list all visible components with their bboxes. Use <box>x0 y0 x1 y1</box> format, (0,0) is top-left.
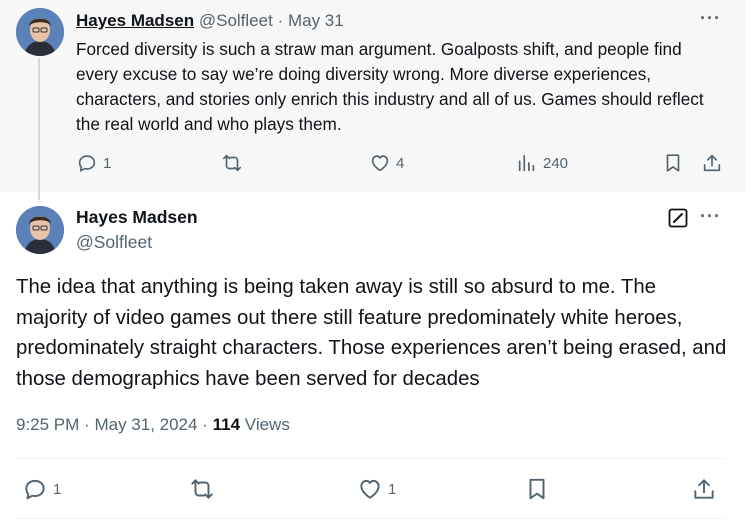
views-icon <box>518 154 535 172</box>
divider <box>16 518 724 519</box>
reply-button[interactable]: 1 <box>22 476 61 502</box>
more-icon[interactable]: ··· <box>700 206 721 227</box>
tweet-date[interactable]: May 31 <box>288 11 344 30</box>
bookmark-icon <box>666 154 680 172</box>
views-count: 114 <box>212 415 241 434</box>
share-icon <box>703 154 721 172</box>
separator: · <box>202 415 208 434</box>
edit-icon[interactable] <box>668 208 688 228</box>
avatar[interactable] <box>16 206 64 254</box>
retweet-icon <box>222 154 242 172</box>
share-button[interactable] <box>701 152 723 174</box>
reply-count: 1 <box>53 480 62 498</box>
like-button[interactable]: 4 <box>369 152 404 174</box>
more-icon[interactable]: ··· <box>700 8 721 29</box>
divider <box>16 458 724 459</box>
retweet-button[interactable] <box>189 476 215 502</box>
tweet-time[interactable]: 9:25 PM <box>16 415 79 434</box>
tweet-date[interactable]: May 31, 2024 <box>94 415 197 434</box>
bookmark-button[interactable] <box>662 152 684 174</box>
thread-line <box>38 58 40 200</box>
share-icon <box>694 479 714 499</box>
views-label: Views <box>244 415 290 434</box>
bookmark-icon <box>529 478 545 500</box>
retweet-icon <box>191 479 213 499</box>
retweet-button[interactable] <box>221 152 243 174</box>
avatar[interactable] <box>16 8 64 56</box>
views-button[interactable]: 240 <box>516 152 568 174</box>
like-icon <box>371 155 389 172</box>
separator: · <box>84 415 90 434</box>
views-count: 240 <box>543 154 569 172</box>
tweet-meta: 9:25 PM · May 31, 2024 · 114 Views <box>16 414 290 436</box>
tweet-text: Forced diversity is such a straw man arg… <box>76 39 704 134</box>
author-name[interactable]: Hayes Madsen <box>76 11 194 30</box>
reply-icon <box>78 155 96 172</box>
like-icon <box>360 479 380 499</box>
author-name[interactable]: Hayes Madsen <box>76 206 198 228</box>
reply-count: 1 <box>103 154 112 172</box>
author-handle[interactable]: @Solfleet <box>199 11 273 30</box>
author-handle[interactable]: @Solfleet <box>76 231 152 253</box>
separator: · <box>277 11 284 30</box>
reply-button[interactable]: 1 <box>76 152 111 174</box>
bookmark-button[interactable] <box>524 476 550 502</box>
share-button[interactable] <box>691 476 717 502</box>
like-button[interactable]: 1 <box>357 476 396 502</box>
tweet-text: The idea that anything is being taken aw… <box>16 276 727 390</box>
reply-icon <box>25 479 45 500</box>
like-count: 4 <box>396 154 405 172</box>
parent-header: Hayes Madsen @Solfleet · May 31 <box>76 10 344 32</box>
like-count: 1 <box>388 480 397 498</box>
